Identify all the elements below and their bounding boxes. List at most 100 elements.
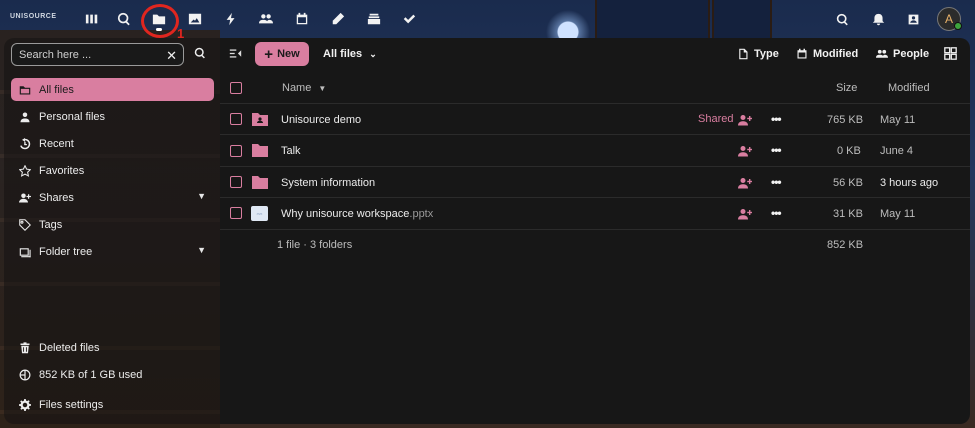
sidebar-item-label: All files (39, 83, 74, 96)
sidebar-item-favorites[interactable]: Favorites (11, 159, 214, 182)
share-icon (18, 191, 32, 205)
folder-outline-icon (18, 83, 32, 97)
file-name[interactable]: Unisource demo (281, 114, 361, 126)
people-icon (876, 49, 888, 58)
sidebar-item-label: Favorites (39, 164, 85, 177)
person-icon (18, 110, 32, 124)
sidebar-item-label: Deleted files (39, 341, 100, 354)
column-header-name[interactable]: Name ▼ (282, 82, 326, 94)
sidebar-item-all-files[interactable]: All files (11, 78, 214, 101)
new-button[interactable]: + New (255, 42, 309, 66)
column-header-modified[interactable]: Modified (888, 82, 930, 94)
file-size: 56 KB (833, 177, 863, 189)
filter-people-button[interactable]: People (876, 48, 929, 60)
sidebar-item-personal-files[interactable]: Personal files (11, 105, 214, 128)
shared-folder-icon (252, 113, 268, 126)
more-actions-icon[interactable]: ••• (771, 143, 782, 157)
search-input[interactable] (19, 48, 159, 61)
row-divider (220, 166, 970, 167)
history-icon (18, 137, 32, 151)
sidebar-item-label: Shares (39, 191, 74, 204)
row-checkbox[interactable] (230, 145, 242, 157)
select-all-checkbox[interactable] (230, 82, 242, 94)
file-name[interactable]: Why unisource workspace.pptx (281, 208, 433, 220)
more-actions-icon[interactable]: ••• (771, 206, 782, 220)
file-extension: .pptx (409, 208, 434, 220)
row-divider (220, 197, 970, 198)
photos-icon[interactable] (185, 9, 205, 29)
filter-modified-button[interactable]: Modified (796, 48, 858, 60)
files-content: + New All files ⌄ Type Modified People N… (220, 38, 970, 424)
files-window: ✕ All files Personal files Recent Favori… (4, 38, 970, 424)
file-size: 765 KB (827, 114, 864, 126)
filter-type-button[interactable]: Type (737, 48, 779, 60)
notes-icon[interactable] (328, 9, 348, 29)
filter-label: Type (754, 48, 779, 60)
row-divider (220, 229, 970, 230)
notifications-bell-icon[interactable] (869, 10, 887, 28)
calendar-icon[interactable] (292, 9, 312, 29)
share-user-icon[interactable] (738, 177, 753, 189)
sidebar-item-label: Recent (39, 137, 74, 150)
share-user-icon[interactable] (738, 145, 753, 157)
sidebar-item-tags[interactable]: Tags (11, 213, 214, 236)
close-icon[interactable]: ✕ (166, 48, 177, 64)
sidebar-item-label: Folder tree (39, 245, 93, 258)
trash-icon (18, 341, 32, 355)
online-status-badge (954, 22, 962, 30)
chevron-down-icon[interactable]: ▼ (197, 245, 206, 255)
deck-icon[interactable] (364, 9, 384, 29)
sidebar-item-label: Personal files (39, 110, 106, 123)
contacts-menu-icon[interactable] (904, 10, 922, 28)
folder-icon (252, 144, 268, 157)
share-user-icon[interactable] (738, 114, 753, 126)
files-sidebar: ✕ All files Personal files Recent Favori… (4, 38, 220, 424)
folder-icon (252, 176, 268, 189)
sidebar-item-folder-tree[interactable]: Folder tree ▼ (11, 240, 214, 263)
row-checkbox[interactable] (230, 207, 242, 219)
column-header-size[interactable]: Size (836, 82, 857, 94)
tasks-icon[interactable] (399, 9, 419, 29)
contacts-icon[interactable] (256, 9, 276, 29)
storage-usage-label: 852 KB of 1 GB used (39, 368, 143, 381)
gear-icon (18, 398, 32, 412)
row-divider (220, 134, 970, 135)
location-dropdown[interactable]: All files ⌄ (323, 48, 377, 60)
files-summary: 1 file · 3 folders (277, 239, 353, 251)
file-modified: 3 hours ago (880, 177, 939, 189)
toggle-navigation-icon[interactable] (229, 47, 245, 63)
annotation-circle (141, 4, 179, 38)
sidebar-item-recent[interactable]: Recent (11, 132, 214, 155)
sidebar-item-label: Tags (39, 218, 63, 231)
row-checkbox[interactable] (230, 176, 242, 188)
row-checkbox[interactable] (230, 113, 242, 125)
calendar-icon (797, 48, 807, 59)
dashboard-icon[interactable] (82, 9, 102, 29)
filter-label: People (893, 48, 930, 60)
share-user-icon[interactable] (738, 208, 753, 220)
file-size: 0 KB (837, 145, 861, 157)
sort-caret-icon: ▼ (318, 84, 327, 93)
star-icon (18, 164, 32, 178)
more-actions-icon[interactable]: ••• (771, 175, 782, 189)
sidebar-item-shares[interactable]: Shares ▼ (11, 186, 214, 209)
file-name[interactable]: Talk (281, 145, 301, 157)
sidebar-item-deleted-files[interactable]: Deleted files (11, 336, 214, 359)
file-modified: May 11 (880, 208, 916, 220)
shared-label[interactable]: Shared (698, 113, 733, 125)
activity-icon[interactable] (221, 9, 241, 29)
sidebar-item-files-settings[interactable]: Files settings (11, 393, 214, 416)
search-app-icon[interactable] (114, 9, 134, 29)
file-name[interactable]: System information (281, 177, 375, 189)
chevron-down-icon[interactable]: ▼ (197, 191, 206, 201)
file-modified: May 11 (880, 114, 916, 126)
more-actions-icon[interactable]: ••• (771, 112, 782, 126)
brand-logo[interactable]: UNISOURCE (10, 13, 57, 20)
storage-quota[interactable]: 852 KB of 1 GB used (11, 363, 214, 386)
file-icon (739, 48, 748, 60)
grid-view-icon[interactable] (944, 47, 958, 61)
file-size: 31 KB (833, 208, 863, 220)
unified-search-icon[interactable] (833, 10, 851, 28)
search-icon[interactable] (194, 47, 208, 61)
sidebar-item-label: Files settings (39, 398, 104, 411)
